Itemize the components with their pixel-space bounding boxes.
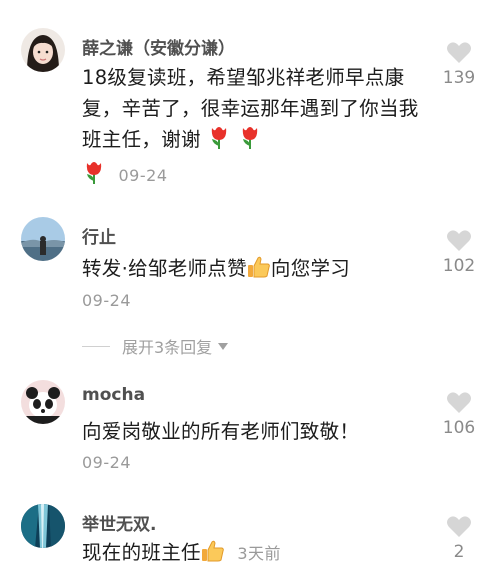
avatar[interactable] xyxy=(21,28,65,72)
like-count: 2 xyxy=(453,542,465,562)
comment-text: 现在的班主任 3天前 xyxy=(82,537,422,572)
like-button[interactable]: 139 xyxy=(437,40,481,88)
avatar[interactable] xyxy=(21,217,65,261)
comment-text: 18级复读班，希望邹兆祥老师早点康复，辛苦了，很幸运那年遇到了你当我班主任，谢谢… xyxy=(82,62,422,194)
heart-icon xyxy=(447,230,471,251)
comment-date: 09-24 xyxy=(82,453,131,472)
avatar[interactable] xyxy=(21,504,65,548)
comment-text: 转发·给邹老师点赞 向您学习 xyxy=(82,253,422,288)
comment-date: 09-24 xyxy=(118,166,168,185)
like-button[interactable]: 2 xyxy=(437,514,481,562)
like-button[interactable]: 106 xyxy=(437,390,481,438)
comment-date: 3天前 xyxy=(237,544,281,563)
thumbs-up-icon xyxy=(247,255,271,288)
like-count: 102 xyxy=(442,256,476,276)
heart-icon xyxy=(447,42,471,63)
username[interactable]: 薛之谦（安徽分谦） xyxy=(82,34,235,59)
thumbs-up-icon xyxy=(201,539,225,572)
avatar[interactable] xyxy=(21,380,65,424)
comment-text: 向爱岗敬业的所有老师们致敬！ xyxy=(82,420,360,443)
tulip-icon xyxy=(82,159,106,194)
expand-replies-label: 展开3条回复 xyxy=(122,338,213,357)
like-count: 106 xyxy=(442,418,476,438)
like-button[interactable]: 102 xyxy=(437,228,481,276)
like-count: 139 xyxy=(442,68,476,88)
username[interactable]: 举世无双. xyxy=(82,510,156,535)
tulip-icon xyxy=(238,124,262,159)
heart-icon xyxy=(447,516,471,537)
username[interactable]: 行止 xyxy=(82,223,116,248)
expand-replies-button[interactable]: 展开3条回复 xyxy=(82,334,229,358)
divider-line xyxy=(82,345,110,347)
tulip-icon xyxy=(207,124,231,159)
heart-icon xyxy=(447,392,471,413)
chevron-down-icon xyxy=(218,342,229,350)
comment-date: 09-24 xyxy=(82,291,131,310)
username[interactable]: mocha xyxy=(82,385,145,405)
